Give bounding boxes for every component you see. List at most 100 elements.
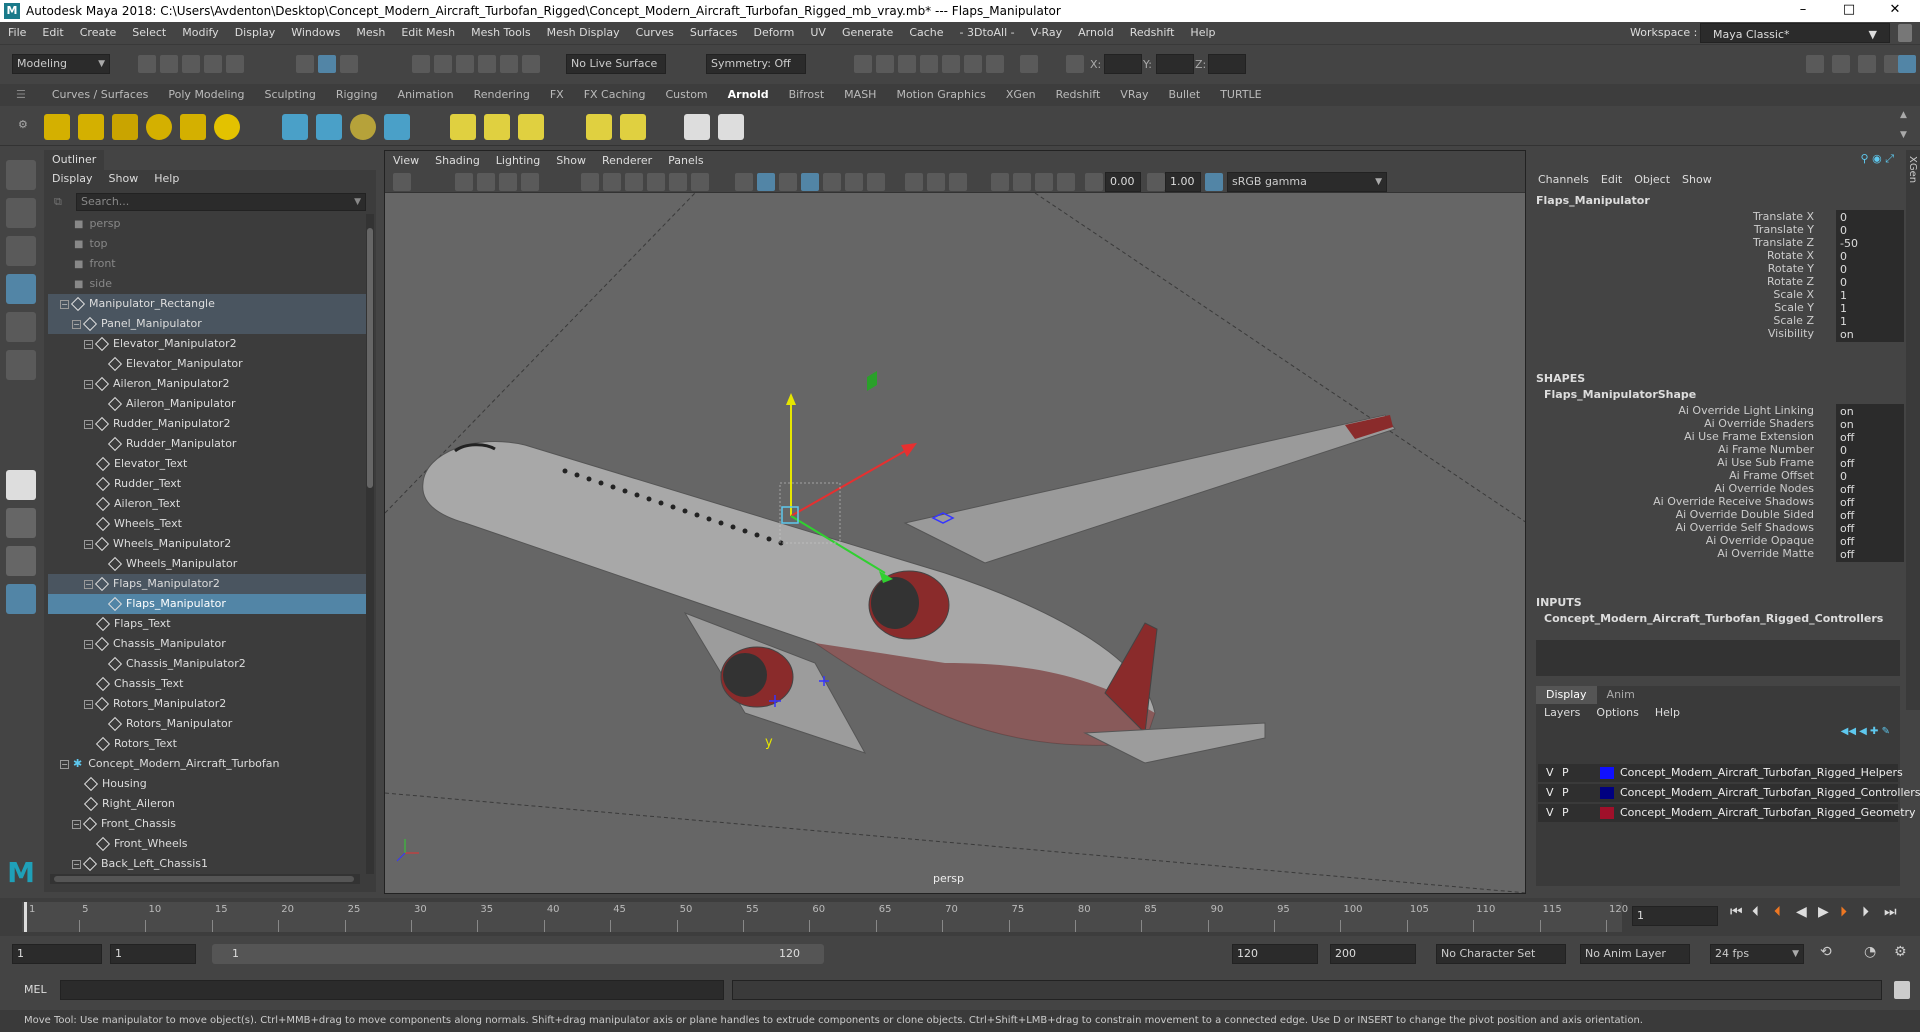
layer-menu-options[interactable]: Options	[1588, 704, 1646, 722]
layer-menu-layers[interactable]: Layers	[1536, 704, 1588, 722]
render-view-icon[interactable]	[964, 55, 982, 73]
time-slider[interactable]: 1 5 10 15 20 25 30 35 40 45 50 55 60 65 70 75 80 85 90 95 10…	[0, 898, 1920, 936]
outliner-item[interactable]: Right_Aileron	[48, 794, 366, 814]
render-icon[interactable]	[450, 114, 476, 140]
outliner-item[interactable]: ■ side	[48, 274, 366, 294]
side-tab-xgen[interactable]: XGen	[1907, 150, 1918, 295]
menu-select[interactable]: Select	[124, 22, 174, 44]
shadows-icon[interactable]	[867, 173, 885, 191]
motion-blur-icon[interactable]	[927, 173, 945, 191]
shelf-tab-bifrost[interactable]: Bifrost	[779, 84, 835, 106]
anti-aliasing-icon[interactable]	[949, 173, 967, 191]
step-back-key-icon[interactable]: ⏴	[1752, 904, 1759, 920]
auto-key-icon[interactable]: ◔	[1864, 944, 1876, 960]
shelf-tab-mash[interactable]: MASH	[834, 84, 886, 106]
shelf-tab-turtle[interactable]: TURTLE	[1210, 84, 1271, 106]
render-frame-icon[interactable]	[854, 55, 872, 73]
image-plane-icon[interactable]	[499, 173, 517, 191]
expand-toggle-icon[interactable]: −	[72, 859, 81, 869]
bookmarks-icon[interactable]	[477, 173, 495, 191]
outliner-item[interactable]: Aileron_Manipulator	[48, 394, 366, 414]
shelf-tab-fx[interactable]: FX	[540, 84, 574, 106]
outliner-item[interactable]: Chassis_Text	[48, 674, 366, 694]
menu-windows[interactable]: Windows	[283, 22, 348, 44]
animation-start-field[interactable]: 1	[12, 944, 102, 964]
shelf-tab-rigging[interactable]: Rigging	[326, 84, 388, 106]
select-object-icon[interactable]	[318, 55, 336, 73]
layer-tool-icons[interactable]: ◀◀ ◀ ✚ ✎	[1841, 726, 1890, 737]
menu-mesh[interactable]: Mesh	[348, 22, 393, 44]
viewport-menu-lighting[interactable]: Lighting	[488, 151, 548, 171]
viewport-menu-renderer[interactable]: Renderer	[594, 151, 660, 171]
xray-icon[interactable]	[1013, 173, 1031, 191]
go-to-start-icon[interactable]: ⏮	[1730, 904, 1743, 920]
paint-select-tool-icon[interactable]	[6, 236, 36, 266]
snap-view-icon[interactable]	[478, 55, 496, 73]
shelf-scroll-down-icon[interactable]: ▼	[1900, 130, 1907, 140]
menu-generate[interactable]: Generate	[834, 22, 901, 44]
shelf-tab-motion-graphics[interactable]: Motion Graphics	[886, 84, 995, 106]
layer-row[interactable]: V P Concept_Modern_Aircraft_Turbofan_Rigge…	[1538, 784, 1920, 802]
outliner-item[interactable]: Housing	[48, 774, 366, 794]
open-scene-icon[interactable]	[160, 55, 178, 73]
select-component-icon[interactable]	[340, 55, 358, 73]
light-editor-icon[interactable]	[586, 114, 612, 140]
menu-set-dropdown[interactable]: Modeling ▼	[12, 54, 110, 74]
outliner-item[interactable]: − Elevator_Manipulator2	[48, 334, 366, 354]
playback-start-field[interactable]: 1	[110, 944, 196, 964]
snap-curve-icon[interactable]	[434, 55, 452, 73]
outliner-item[interactable]: ■ front	[48, 254, 366, 274]
xray-joints-icon[interactable]	[1035, 173, 1053, 191]
menu-deform[interactable]: Deform	[745, 22, 802, 44]
play-backward-icon[interactable]: ◀	[1796, 904, 1807, 920]
hypershade-icon[interactable]	[942, 55, 960, 73]
layer-color-swatch[interactable]	[1600, 767, 1614, 779]
scroll-thumb[interactable]	[54, 876, 354, 882]
animation-end-field[interactable]: 200	[1330, 944, 1416, 964]
layer-menu-help[interactable]: Help	[1647, 704, 1688, 722]
gamma-icon[interactable]	[1147, 173, 1165, 191]
z-field[interactable]	[1208, 54, 1246, 74]
photometric-light-icon[interactable]	[146, 114, 172, 140]
time-ticks[interactable]: 1 5 10 15 20 25 30 35 40 45 50 55 60 65 70 75 80 85 90 95 10…	[22, 902, 1628, 932]
current-time-indicator[interactable]	[24, 902, 27, 932]
exposure-field[interactable]: 0.00	[1105, 172, 1141, 192]
outliner-vertical-scrollbar[interactable]	[366, 214, 374, 874]
expand-toggle-icon[interactable]: −	[84, 379, 93, 389]
lock-icon[interactable]	[1898, 24, 1912, 42]
shelf-tab-curves-surfaces[interactable]: Curves / Surfaces	[42, 84, 159, 106]
textured-icon[interactable]	[823, 173, 841, 191]
input-node-name[interactable]: Concept_Modern_Aircraft_Turbofan_Rigged_…	[1544, 612, 1883, 625]
menu-v-ray[interactable]: V-Ray	[1023, 22, 1071, 44]
camera-attributes-icon[interactable]	[455, 173, 473, 191]
flush-textures-icon[interactable]	[484, 114, 510, 140]
volume-icon[interactable]	[384, 114, 410, 140]
shelf-tab-rendering[interactable]: Rendering	[464, 84, 540, 106]
menu-arnold[interactable]: Arnold	[1070, 22, 1122, 44]
layer-tab-anim[interactable]: Anim	[1597, 686, 1645, 704]
human-ik-icon[interactable]	[1832, 55, 1850, 73]
menu-curves[interactable]: Curves	[628, 22, 682, 44]
expand-toggle-icon[interactable]: −	[84, 539, 93, 549]
menu-edit[interactable]: Edit	[34, 22, 71, 44]
film-gate-icon[interactable]	[603, 173, 621, 191]
menu-edit-mesh[interactable]: Edit Mesh	[393, 22, 463, 44]
mel-input[interactable]	[60, 980, 724, 1000]
character-set-dropdown[interactable]: No Character Set	[1436, 944, 1566, 964]
play-forward-icon[interactable]: ▶	[1818, 904, 1829, 920]
viewport-menu-view[interactable]: View	[385, 151, 427, 171]
light-manager-icon[interactable]	[620, 114, 646, 140]
viewport-menu-shading[interactable]: Shading	[427, 151, 488, 171]
channel-menu-show[interactable]: Show	[1676, 170, 1718, 190]
manip-y-arrow[interactable]	[786, 393, 796, 405]
outliner-search-input[interactable]: Search... ▼	[76, 193, 366, 211]
scroll-thumb[interactable]	[367, 228, 373, 488]
layer-playback-toggle[interactable]: P	[1562, 804, 1569, 822]
current-frame-field[interactable]: 1	[1632, 906, 1718, 926]
gate-mask-icon[interactable]	[647, 173, 665, 191]
new-scene-icon[interactable]	[138, 55, 156, 73]
live-surface-field[interactable]: No Live Surface	[566, 54, 666, 74]
outliner-item[interactable]: Wheels_Manipulator	[48, 554, 366, 574]
close-button[interactable]: ✕	[1872, 0, 1918, 22]
symmetry-dropdown[interactable]: Symmetry: Off	[706, 54, 806, 74]
